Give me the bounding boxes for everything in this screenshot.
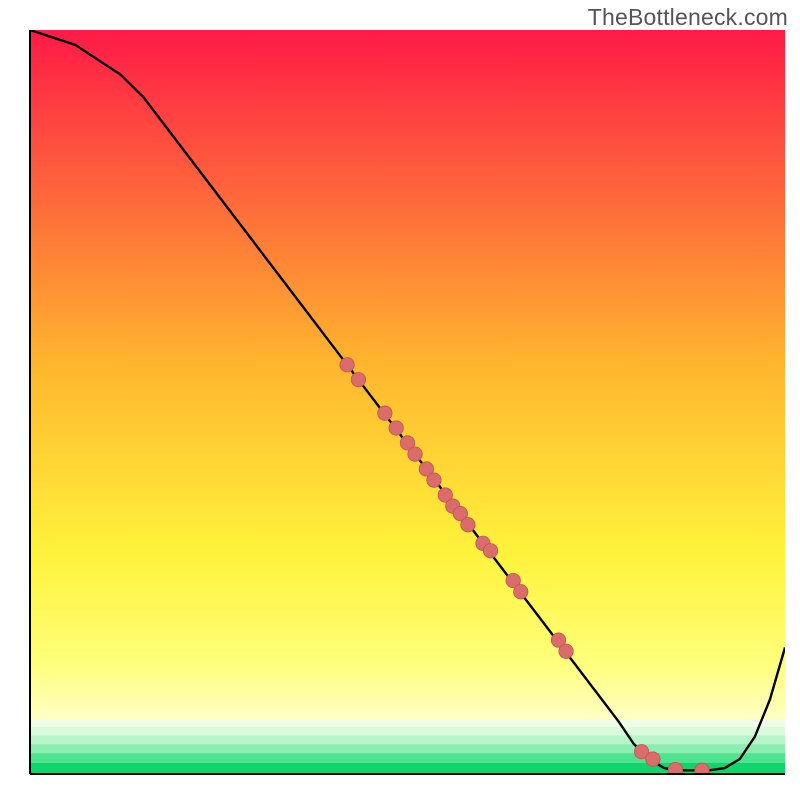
data-point	[559, 644, 573, 658]
plot-background	[30, 30, 785, 774]
chart-stage: TheBottleneck.com	[0, 0, 800, 800]
data-point	[514, 585, 528, 599]
data-point	[483, 544, 497, 558]
data-point	[378, 406, 392, 420]
data-point	[389, 421, 403, 435]
data-point	[646, 752, 660, 766]
data-point	[340, 358, 354, 372]
chart-svg	[0, 0, 800, 800]
data-point	[408, 447, 422, 461]
data-point	[351, 372, 365, 386]
data-point	[461, 518, 475, 532]
data-point	[427, 473, 441, 487]
